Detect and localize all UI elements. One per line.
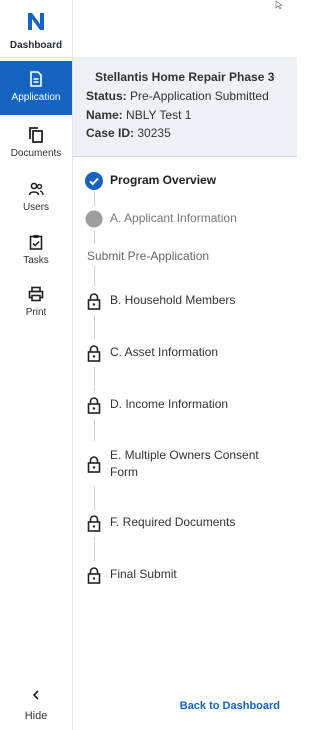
step-program-overview[interactable]: Program Overview: [73, 170, 297, 192]
lock-icon: [87, 397, 101, 414]
sidebar-item-print[interactable]: Print: [0, 276, 72, 330]
mouse-cursor-icon: [275, 0, 283, 10]
sidebar-item-label: Documents: [10, 148, 62, 159]
step-connector: [94, 230, 95, 244]
step-label: Program Overview: [110, 173, 217, 187]
check-circle-icon: [85, 172, 103, 190]
case-id-label: Case ID:: [86, 126, 135, 140]
sidebar-item-application[interactable]: Application: [0, 61, 72, 115]
step-asset-information[interactable]: C. Asset Information: [73, 342, 297, 364]
logo-icon: [28, 13, 44, 30]
step-connector: [94, 537, 95, 561]
back-to-dashboard-link[interactable]: Back to Dashboard: [160, 700, 280, 712]
name-label: Name:: [86, 108, 123, 122]
sidebar-item-users[interactable]: Users: [0, 171, 72, 225]
users-icon: [28, 182, 44, 196]
sidebar-item-label: Application: [11, 92, 61, 103]
step-connector: [94, 266, 95, 286]
sidebar-item-tasks[interactable]: Tasks: [0, 224, 72, 278]
step-connector: [94, 419, 95, 441]
dashboard-link[interactable]: Dashboard: [0, 0, 72, 58]
step-label: A. Applicant Information: [110, 211, 237, 225]
step-final-submit[interactable]: Final Submit: [73, 564, 297, 586]
application-steps: Program Overview A. Applicant Informatio…: [73, 160, 297, 680]
step-connector: [94, 192, 95, 206]
sidebar-item-documents[interactable]: Documents: [0, 117, 72, 171]
clipboard-check-icon: [29, 235, 43, 250]
lock-icon: [87, 293, 101, 310]
step-label: E. Multiple Owners Consent Form: [110, 448, 259, 479]
name-row: Name: NBLY Test 1: [86, 108, 296, 122]
step-required-documents[interactable]: F. Required Documents: [73, 512, 297, 534]
hide-sidebar-button[interactable]: Hide: [0, 688, 72, 726]
case-id-row: Case ID: 30235: [86, 126, 296, 140]
dashboard-label: Dashboard: [9, 40, 63, 51]
case-id-value: 30235: [137, 126, 171, 140]
hide-label: Hide: [24, 710, 48, 722]
lock-icon: [87, 345, 101, 362]
document-icon: [30, 71, 42, 87]
step-label: B. Household Members: [110, 293, 236, 307]
lock-icon: [87, 567, 101, 584]
lock-icon: [87, 456, 101, 473]
sidebar-item-label: Print: [25, 307, 47, 318]
printer-icon: [28, 286, 44, 302]
sidebar-item-label: Tasks: [23, 255, 49, 266]
step-label: F. Required Documents: [110, 515, 236, 529]
sidebar: Dashboard Application Documents Users Ta…: [0, 0, 73, 730]
step-label: C. Asset Information: [110, 345, 219, 359]
lock-icon: [87, 515, 101, 532]
step-income-information[interactable]: D. Income Information: [73, 394, 297, 416]
step-label: Final Submit: [110, 567, 177, 581]
submit-pre-application-link[interactable]: Submit Pre-Application: [87, 249, 209, 263]
step-label: D. Income Information: [110, 397, 229, 411]
step-applicant-information[interactable]: A. Applicant Information: [73, 208, 297, 230]
status-label: Status:: [86, 89, 127, 103]
step-connector: [94, 367, 95, 391]
copy-icon: [29, 127, 43, 143]
program-title: Stellantis Home Repair Phase 3: [95, 70, 275, 84]
chevron-left-icon: [32, 690, 39, 700]
name-value: NBLY Test 1: [126, 108, 192, 122]
step-connector: [94, 315, 95, 339]
status-value: Pre-Application Submitted: [130, 89, 269, 103]
step-multiple-owners-consent[interactable]: E. Multiple Owners Consent Form: [73, 445, 297, 483]
case-summary-header: Stellantis Home Repair Phase 3 Status: P…: [73, 57, 297, 157]
status-row: Status: Pre-Application Submitted: [86, 89, 296, 103]
step-household-members[interactable]: B. Household Members: [73, 290, 297, 312]
step-connector: [94, 486, 95, 510]
pending-circle-icon: [85, 210, 103, 228]
sidebar-item-label: Users: [22, 202, 50, 213]
